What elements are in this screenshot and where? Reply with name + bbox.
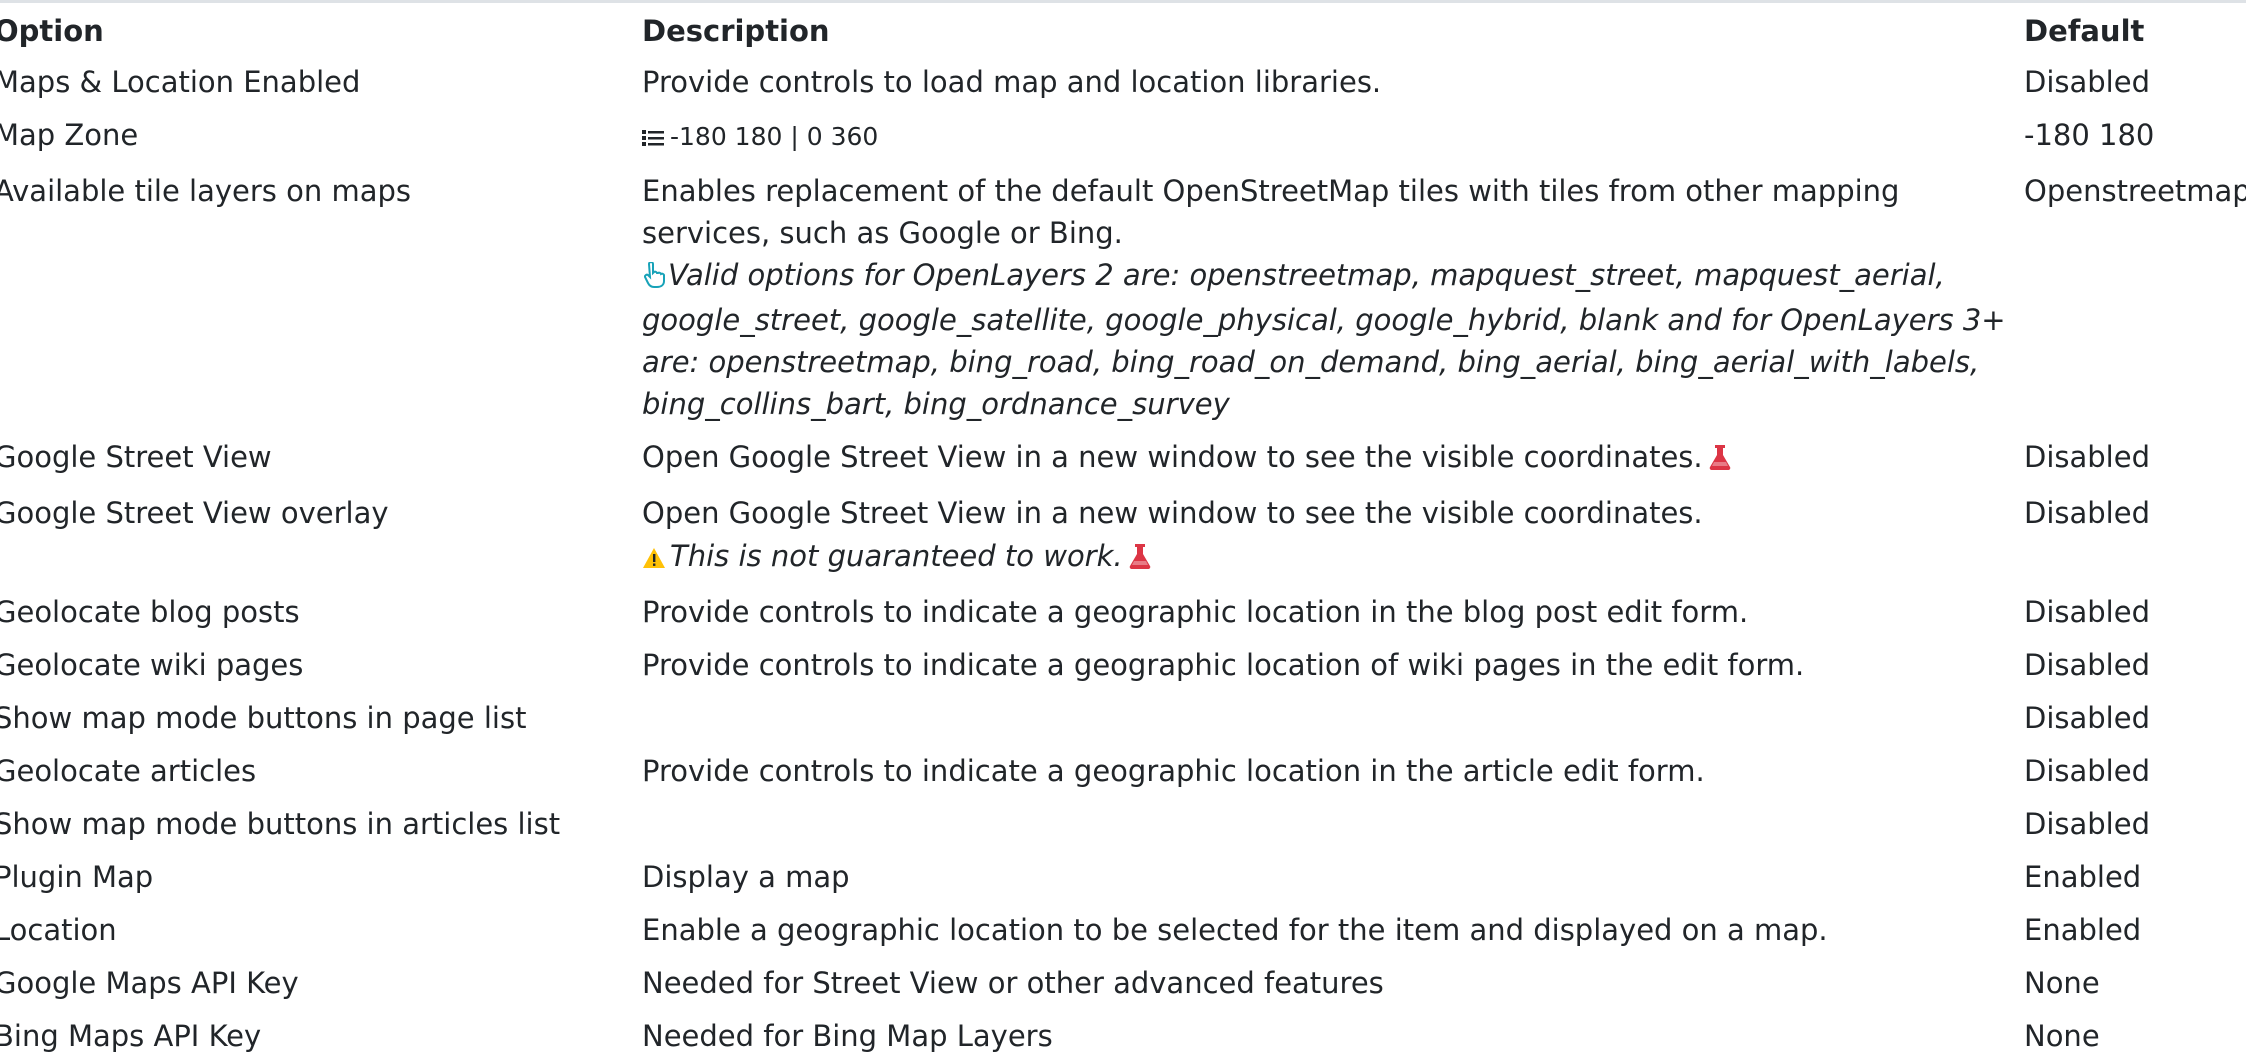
description-cell: Needed for Bing Map Layers xyxy=(642,1018,1053,1053)
option-cell: Bing Maps API Key xyxy=(0,1018,262,1053)
option-cell: Google Street View xyxy=(0,440,272,475)
default-cell: Disabled xyxy=(2024,806,2150,841)
default-cell: None xyxy=(2024,965,2100,1000)
table-row: Plugin Map Display a map Enabled xyxy=(0,851,2246,904)
default-cell: Disabled xyxy=(2024,700,2150,735)
pointing-hand-icon xyxy=(642,257,666,299)
table-row: Google Street View Open Google Street Vi… xyxy=(0,431,2246,487)
warning-line: This is not guaranteed to work. xyxy=(642,535,2024,580)
option-cell: Google Street View overlay xyxy=(0,496,389,531)
valid-options-note: Valid options for OpenLayers 2 are: open… xyxy=(642,254,2024,425)
default-cell: None xyxy=(2024,1018,2100,1053)
description-text: Open Google Street View in a new window … xyxy=(642,440,1703,475)
top-divider xyxy=(0,0,2246,3)
option-cell: Geolocate blog posts xyxy=(0,594,300,629)
default-cell: Disabled xyxy=(2024,647,2150,682)
default-cell: Enabled xyxy=(2024,859,2142,894)
header-default: Default xyxy=(2024,14,2145,48)
note-text: Valid options for OpenLayers 2 are: open… xyxy=(642,258,2006,422)
description-cell: Enables replacement of the default OpenS… xyxy=(642,165,2024,431)
description-cell: Needed for Street View or other advanced… xyxy=(642,965,1384,1000)
default-cell: Disabled xyxy=(2024,496,2150,531)
table-row: Google Street View overlay Open Google S… xyxy=(0,487,2246,585)
description-text: Enables replacement of the default OpenS… xyxy=(642,174,1900,251)
list-icon xyxy=(642,117,664,159)
table-header-row: Option Description Default xyxy=(0,10,2246,56)
warning-text: This is not guaranteed to work. xyxy=(670,538,1123,573)
option-cell: Show map mode buttons in articles list xyxy=(0,806,561,841)
table-row: Geolocate wiki pages Provide controls to… xyxy=(0,639,2246,692)
option-cell: Geolocate wiki pages xyxy=(0,647,304,682)
default-cell: Disabled xyxy=(2024,594,2150,629)
header-option: Option xyxy=(0,14,104,48)
table-row: Show map mode buttons in articles list D… xyxy=(0,798,2246,851)
default-cell: Disabled xyxy=(2024,65,2150,100)
default-cell: Disabled xyxy=(2024,753,2150,788)
description-text: Open Google Street View in a new window … xyxy=(642,496,1703,531)
table-row: Geolocate articles Provide controls to i… xyxy=(0,745,2246,798)
description-cell xyxy=(642,692,2024,745)
description-cell: Display a map xyxy=(642,859,850,894)
description-cell: Provide controls to load map and locatio… xyxy=(642,65,1382,100)
preferences-table: Option Description Default Maps & Locati… xyxy=(0,10,2246,1063)
table-row: Available tile layers on maps Enables re… xyxy=(0,165,2246,431)
table-row: Google Maps API Key Needed for Street Vi… xyxy=(0,957,2246,1010)
option-cell: Location xyxy=(0,912,117,947)
description-cell: Open Google Street View in a new window … xyxy=(642,431,2024,487)
warning-icon xyxy=(642,538,666,580)
flask-icon xyxy=(1709,439,1731,481)
description-cell: Provide controls to indicate a geographi… xyxy=(642,753,1705,788)
description-cell: -180 180 | 0 360 xyxy=(642,109,2024,165)
table-row: Show map mode buttons in page list Disab… xyxy=(0,692,2246,745)
option-cell: Map Zone xyxy=(0,118,139,153)
option-cell: Google Maps API Key xyxy=(0,965,299,1000)
option-cell: Geolocate articles xyxy=(0,753,257,788)
table-row: Bing Maps API Key Needed for Bing Map La… xyxy=(0,1010,2246,1063)
table-row: Geolocate blog posts Provide controls to… xyxy=(0,586,2246,639)
description-cell: Provide controls to indicate a geographi… xyxy=(642,647,1805,682)
default-cell: -180 180 xyxy=(2024,118,2155,153)
option-cell: Available tile layers on maps xyxy=(0,174,411,209)
option-cell: Show map mode buttons in page list xyxy=(0,700,527,735)
map-zone-options: -180 180 | 0 360 xyxy=(670,122,879,152)
table-row: Maps & Location Enabled Provide controls… xyxy=(0,56,2246,109)
description-cell: Open Google Street View in a new window … xyxy=(642,487,2024,585)
option-cell: Maps & Location Enabled xyxy=(0,65,361,100)
default-cell: Enabled xyxy=(2024,912,2142,947)
description-cell xyxy=(642,798,2024,851)
description-cell: Provide controls to indicate a geographi… xyxy=(642,594,1749,629)
flask-icon xyxy=(1129,538,1151,580)
table-row: Location Enable a geographic location to… xyxy=(0,904,2246,957)
table-row: Map Zone -180 180 | 0 360 -180 180 xyxy=(0,109,2246,165)
option-cell: Plugin Map xyxy=(0,859,154,894)
header-description: Description xyxy=(642,14,830,48)
description-cell: Enable a geographic location to be selec… xyxy=(642,912,1828,947)
default-cell: Openstreetmap xyxy=(2024,174,2246,209)
default-cell: Disabled xyxy=(2024,440,2150,475)
